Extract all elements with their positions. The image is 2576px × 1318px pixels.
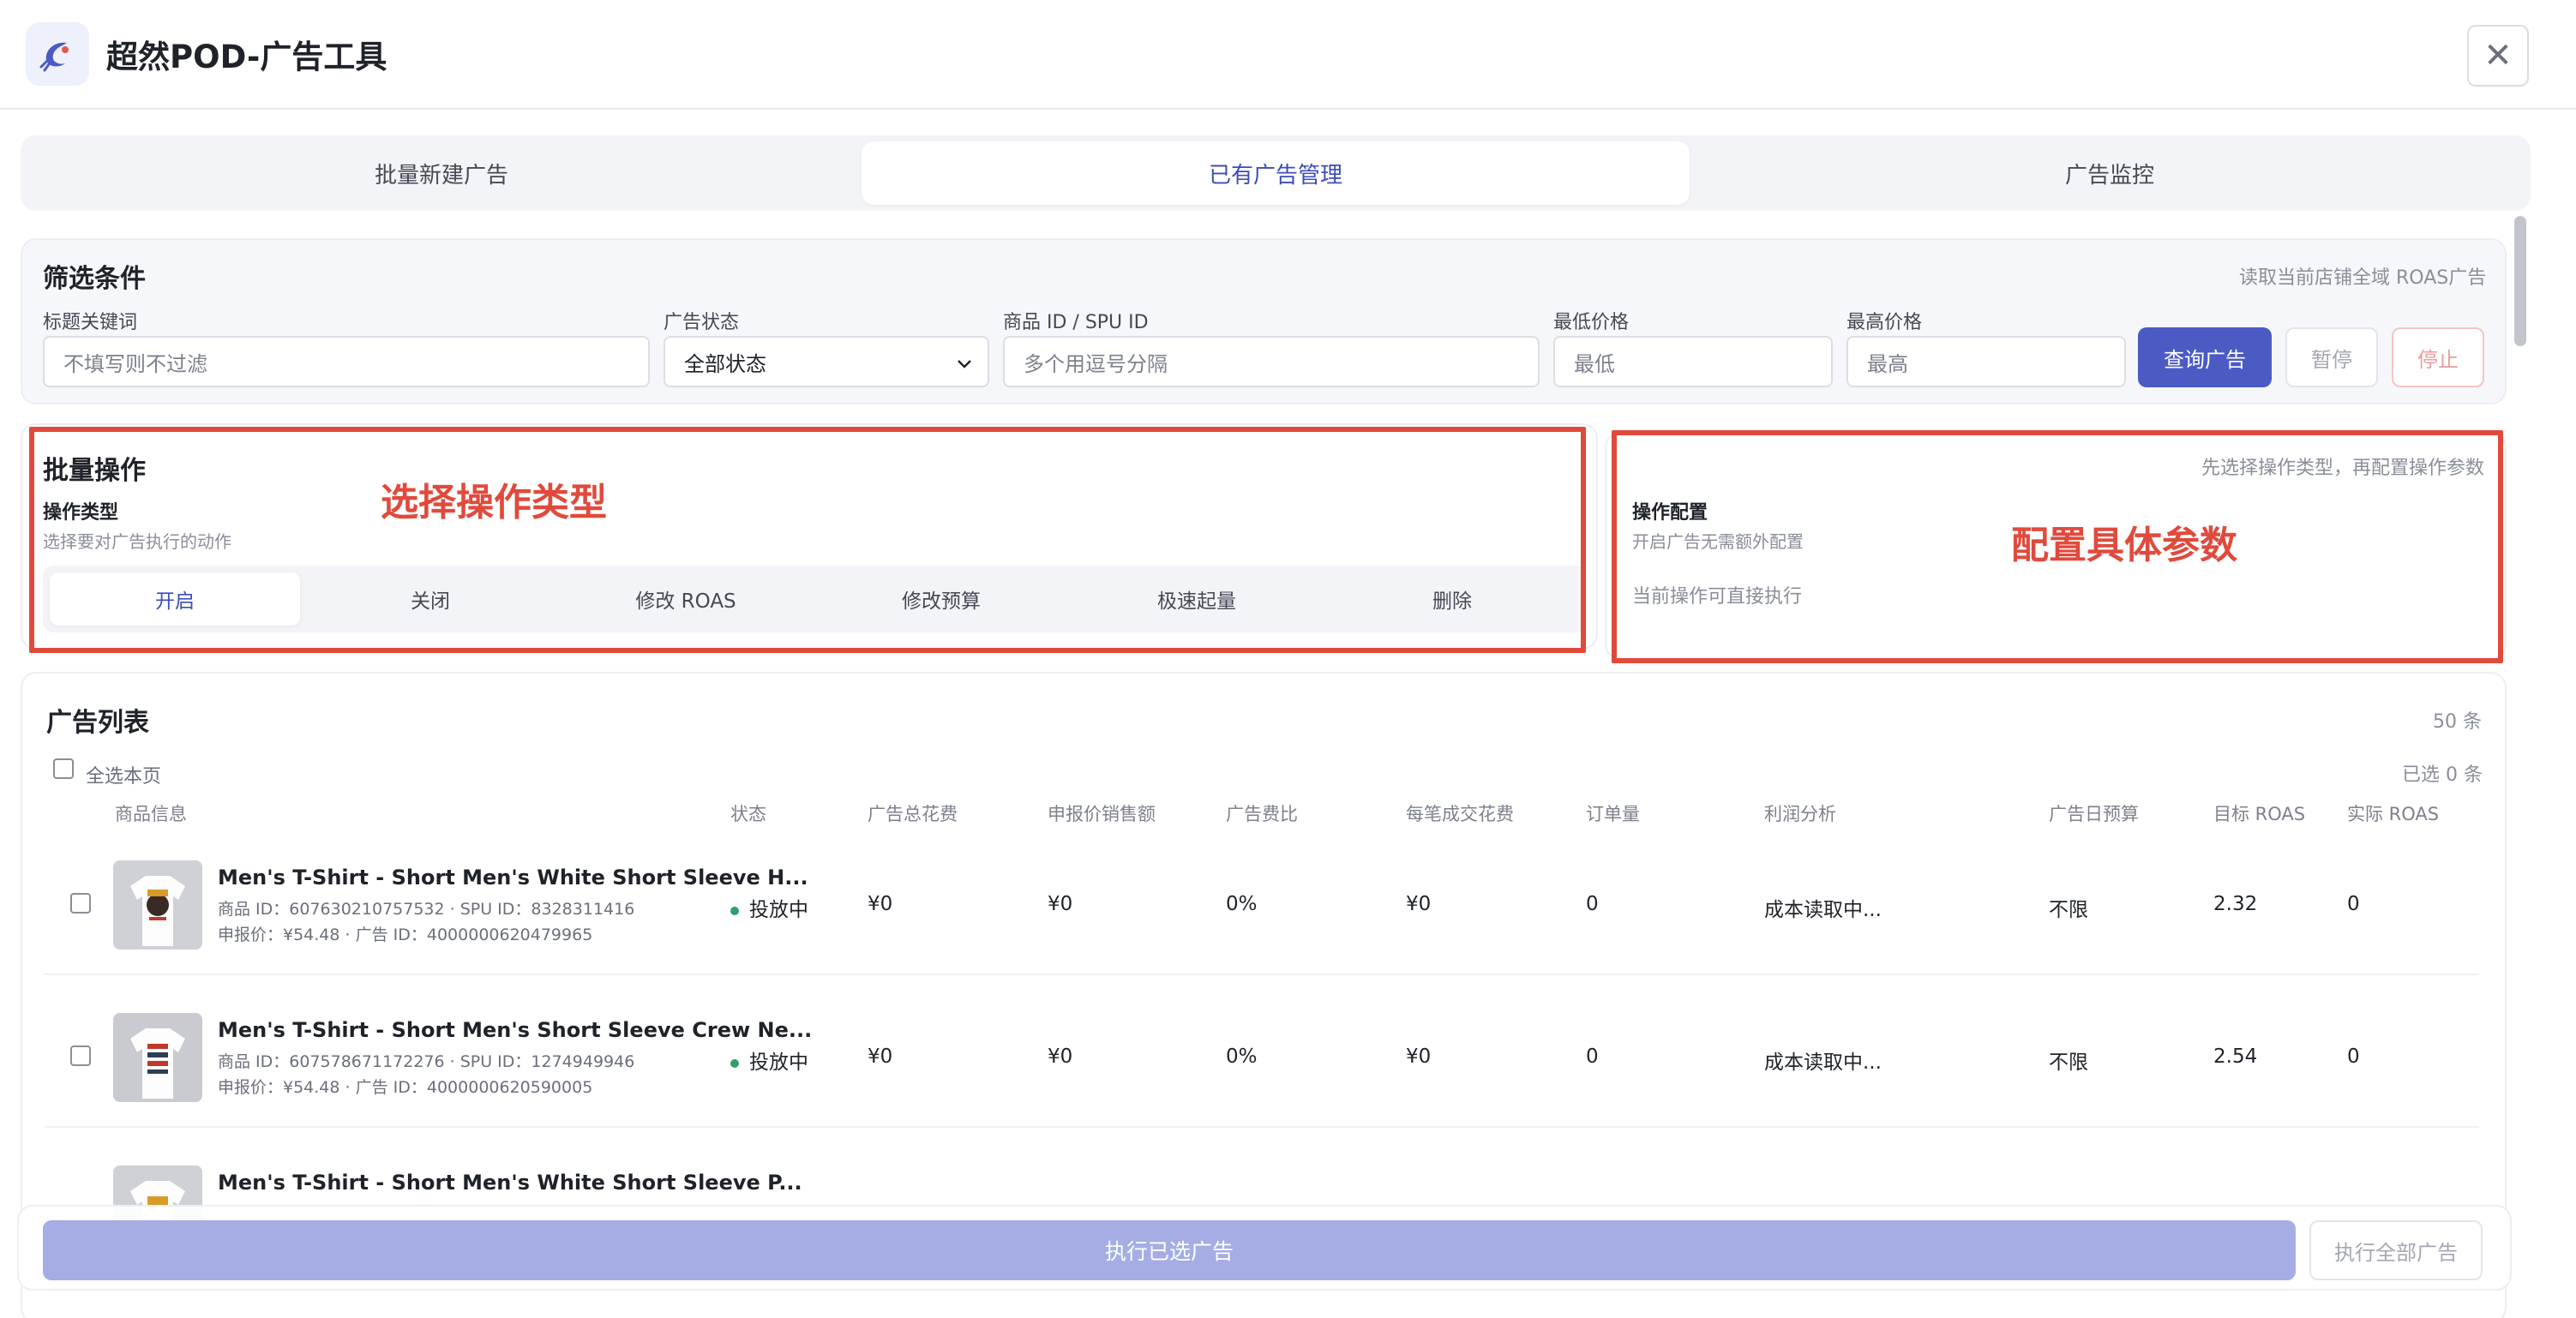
status-label: 广告状态 — [664, 312, 740, 333]
table-row: Men's T-Shirt - Short Men's White Short … — [45, 823, 2479, 975]
min-price-label: 最低价格 — [1553, 312, 1630, 333]
keyword-input[interactable]: 不填写则不过滤 — [43, 336, 650, 387]
annotation-box-right — [1612, 430, 2503, 663]
cell-target-roas: 2.32 — [2213, 893, 2258, 915]
filter-note: 读取当前店铺全域 ROAS广告 — [2239, 267, 2487, 289]
row-checkbox[interactable] — [70, 1045, 91, 1066]
tab-batch-create[interactable]: 批量新建广告 — [27, 141, 856, 205]
min-price-placeholder: 最低 — [1574, 351, 1615, 376]
selected-count: 已选 0 条 — [2402, 764, 2483, 786]
annotation-box-left — [29, 427, 1586, 653]
product-price: 申报价：¥54.48 · 广告 ID：4000000620479965 — [218, 926, 593, 944]
execute-all-button[interactable]: 执行全部广告 — [2309, 1220, 2483, 1280]
status-dot-icon — [730, 1058, 739, 1068]
app-title: 超然POD-广告工具 — [106, 39, 387, 75]
cell-cpa: ¥0 — [1406, 1045, 1432, 1068]
cell-budget: 不限 — [2049, 1051, 2088, 1074]
table-row: Men's T-Shirt - Short Men's Short Sleeve… — [45, 975, 2479, 1128]
status-select-value: 全部状态 — [684, 351, 766, 376]
min-price-input[interactable]: 最低 — [1553, 336, 1833, 387]
select-all-checkbox[interactable] — [53, 758, 74, 779]
cell-actual-roas: 0 — [2347, 1045, 2360, 1068]
cell-orders: 0 — [1586, 893, 1599, 915]
status-text: 投放中 — [749, 899, 808, 921]
product-thumbnail — [113, 860, 202, 950]
product-ids: 商品 ID：607630210757532 · SPU ID：832831141… — [218, 900, 635, 919]
max-price-label: 最高价格 — [1846, 312, 1923, 333]
cell-profit: 成本读取中... — [1764, 1051, 1882, 1074]
product-name[interactable]: Men's T-Shirt - Short Men's White Short … — [218, 1171, 802, 1195]
product-name[interactable]: Men's T-Shirt - Short Men's Short Sleeve… — [218, 1018, 812, 1042]
cell-cpa: ¥0 — [1406, 893, 1432, 915]
pause-button[interactable]: 暂停 — [2285, 327, 2378, 387]
row-checkbox[interactable] — [70, 893, 91, 914]
status-badge: 投放中 — [730, 893, 808, 922]
status-badge: 投放中 — [730, 1045, 808, 1075]
max-price-input[interactable]: 最高 — [1846, 336, 2126, 387]
cell-target-roas: 2.54 — [2213, 1045, 2258, 1068]
keyword-label: 标题关键词 — [43, 312, 138, 333]
max-price-placeholder: 最高 — [1867, 351, 1908, 376]
main-tabs: 批量新建广告 已有广告管理 广告监控 — [21, 135, 2531, 211]
status-dot-icon — [730, 906, 739, 915]
select-all-label: 全选本页 — [86, 766, 162, 788]
cell-spend: ¥0 — [868, 893, 893, 915]
product-ids: 商品 ID：607578671172276 · SPU ID：127494994… — [218, 1052, 635, 1071]
close-icon: ✕ — [2483, 36, 2513, 75]
cell-sales: ¥0 — [1048, 893, 1073, 915]
cell-sales: ¥0 — [1048, 1045, 1073, 1068]
id-placeholder: 多个用逗号分隔 — [1024, 351, 1168, 376]
list-count: 50 条 — [2433, 711, 2482, 733]
cell-actual-roas: 0 — [2347, 893, 2360, 915]
execute-selected-button[interactable]: 执行已选广告 — [43, 1220, 2296, 1280]
query-button[interactable]: 查询广告 — [2138, 327, 2272, 387]
brand-logo-icon — [26, 22, 89, 86]
keyword-placeholder: 不填写则不过滤 — [63, 351, 207, 376]
close-button[interactable]: ✕ — [2467, 25, 2529, 87]
product-price: 申报价：¥54.48 · 广告 ID：4000000620590005 — [218, 1078, 593, 1097]
cell-ratio: 0% — [1226, 1045, 1258, 1068]
id-label: 商品 ID / SPU ID — [1003, 312, 1149, 333]
scrollbar[interactable] — [2510, 211, 2531, 1291]
scrollbar-thumb[interactable] — [2514, 216, 2526, 346]
app-header: 超然POD-广告工具 ✕ — [0, 0, 2576, 110]
id-input[interactable]: 多个用逗号分隔 — [1003, 336, 1540, 387]
cell-orders: 0 — [1586, 1045, 1599, 1068]
product-name[interactable]: Men's T-Shirt - Short Men's White Short … — [218, 866, 808, 890]
cell-spend: ¥0 — [868, 1045, 893, 1068]
cell-budget: 不限 — [2049, 899, 2088, 921]
stop-button[interactable]: 停止 — [2392, 327, 2484, 387]
tab-existing-ads[interactable]: 已有广告管理 — [862, 141, 1690, 205]
status-select[interactable]: 全部状态 — [664, 336, 989, 387]
filter-title: 筛选条件 — [43, 264, 146, 294]
product-thumbnail — [113, 1013, 202, 1102]
tab-monitor[interactable]: 广告监控 — [1696, 141, 2524, 205]
list-title: 广告列表 — [46, 708, 149, 738]
chevron-down-icon — [958, 360, 971, 368]
status-text: 投放中 — [749, 1051, 808, 1074]
cell-ratio: 0% — [1226, 893, 1258, 915]
cell-profit: 成本读取中... — [1764, 899, 1882, 921]
